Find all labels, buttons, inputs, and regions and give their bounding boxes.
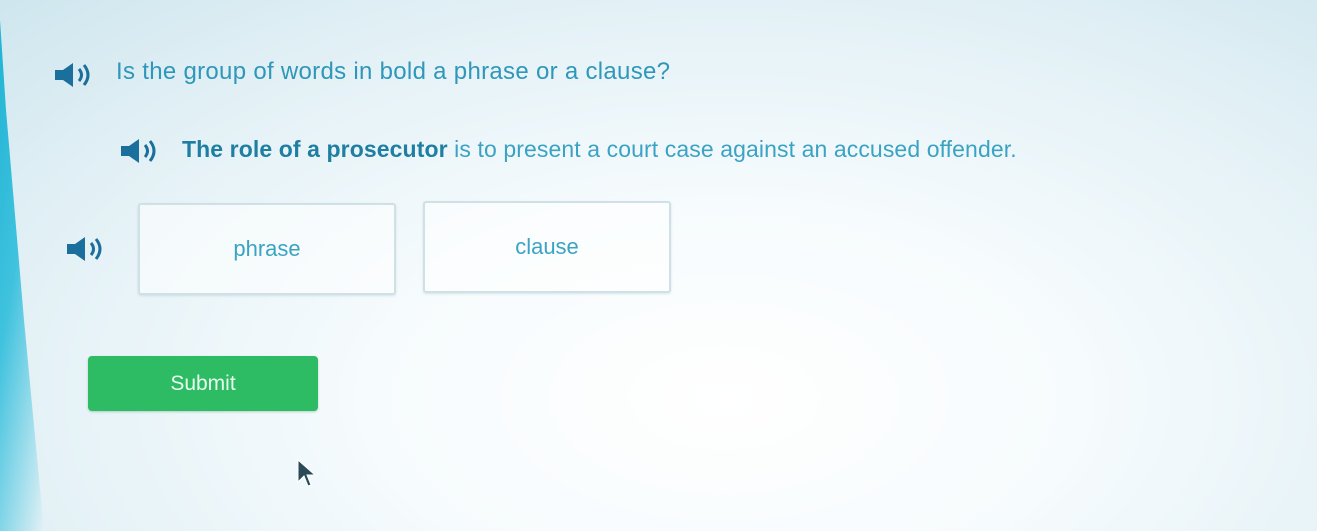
choice-label: phrase: [233, 236, 301, 261]
question-speaker-icon[interactable]: [52, 60, 98, 90]
submit-label: Submit: [170, 371, 236, 395]
left-accent-strip: [0, 20, 44, 531]
question-prompt: Is the group of words in bold a phrase o…: [116, 58, 671, 85]
sentence-speaker-icon[interactable]: [118, 136, 164, 166]
bold-word-group: The role of a prosecutor: [182, 136, 448, 162]
choice-phrase-button[interactable]: phrase: [138, 203, 396, 295]
choices-speaker-icon[interactable]: [64, 234, 110, 264]
mouse-pointer-icon: [296, 458, 317, 488]
choice-clause-button[interactable]: clause: [423, 201, 671, 293]
submit-button[interactable]: Submit: [88, 356, 318, 411]
choice-label: clause: [515, 234, 579, 259]
sentence-rest: is to present a court case against an ac…: [447, 136, 1017, 162]
question-sentence: The role of a prosecutor is to present a…: [182, 136, 1017, 163]
